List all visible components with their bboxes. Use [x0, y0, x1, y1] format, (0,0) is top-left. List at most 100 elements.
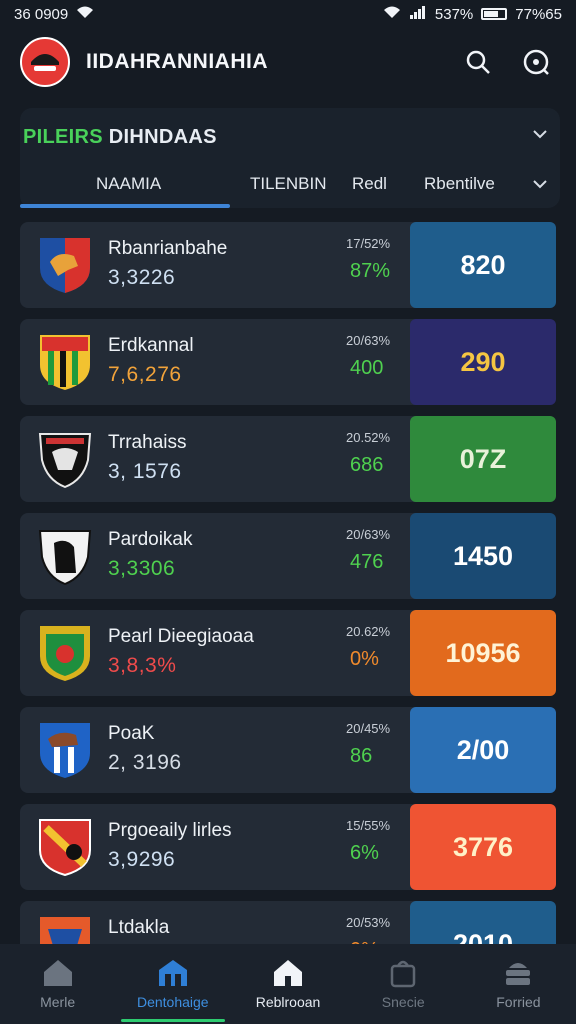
status-right-time: 77%65 [515, 5, 562, 23]
stat-ratio: 20/63% [346, 333, 391, 348]
stat-ratio: 20.52% [346, 430, 391, 445]
stat-percent: 476 [350, 551, 384, 573]
nav-label: Forried [496, 994, 541, 1010]
stat-ratio: 20/53% [346, 915, 391, 930]
stat-ratio: 20.62% [346, 624, 391, 639]
team-crest-icon [38, 915, 92, 944]
bag-icon [390, 960, 416, 988]
team-row[interactable]: PoaK 2, 3196 20/45% 86 2/00 [20, 707, 556, 793]
stat-percent: 0% [350, 648, 379, 670]
value-badge[interactable]: 820 [410, 222, 556, 308]
app-header: IIDAHRANNIAHIA [0, 34, 576, 90]
app-title: IIDAHRANNIAHIA [86, 50, 268, 73]
stat-percent: 686 [350, 454, 384, 476]
team-score: 3,9296 [108, 848, 176, 871]
status-right: 537% 77%65 [383, 5, 562, 23]
team-crest-icon [38, 624, 92, 682]
wifi-icon [76, 5, 94, 23]
team-name: Ltdakla [108, 917, 170, 938]
nav-label: Snecie [381, 994, 425, 1010]
nav-item-forried[interactable]: Forried [461, 944, 576, 1024]
team-score: 3,8,3% [108, 654, 177, 677]
status-battery-percent: 537% [434, 5, 474, 23]
tab-bar: NAAMIA TILENBIN Redl Rbentilve [20, 164, 560, 208]
team-score: 3, 1576 [108, 460, 182, 483]
value-badge[interactable]: 2/00 [410, 707, 556, 793]
tab-rbentilve[interactable]: Rbentilve [424, 174, 495, 194]
bottom-nav: Merle Dentohaige Reblrooan Snecie Forrie… [0, 944, 576, 1024]
stat-percent: 86 [350, 745, 373, 767]
team-name: Erdkannal [108, 335, 194, 356]
team-row[interactable]: Rbanrianbahe 3,3226 17/52% 87% 820 [20, 222, 556, 308]
status-time: 36 0909 [14, 5, 69, 23]
filter-title-rest: DIHNDAAS [102, 126, 217, 148]
search-button[interactable] [458, 42, 498, 82]
status-bar: 36 0909 537% 77%65 [0, 0, 576, 28]
value-badge[interactable]: 3776 [410, 804, 556, 890]
app-logo-icon [20, 37, 70, 87]
filter-card: PILEIRS DIHNDAAS NAAMIA TILENBIN Redl Rb… [20, 108, 560, 208]
stat-percent: 87% [350, 260, 391, 282]
stat-ratio: 20/45% [346, 721, 391, 736]
team-score: 2, 3196 [108, 751, 182, 774]
team-name: Rbanrianbahe [108, 238, 228, 259]
stat-ratio: 17/52% [346, 236, 391, 251]
stat-percent: 6% [350, 842, 379, 864]
nav-item-merle[interactable]: Merle [0, 944, 115, 1024]
team-score: 7,6,276 [108, 363, 182, 386]
value-badge[interactable]: 2010 [410, 901, 556, 944]
team-crest-icon [38, 430, 92, 489]
team-name: Trrahaiss [108, 432, 187, 453]
stat-ratio: 20/63% [346, 527, 391, 542]
team-row[interactable]: Pardoikak 3,3306 20/63% 476 1450 [20, 513, 556, 599]
filter-title[interactable]: PILEIRS DIHNDAAS [23, 126, 217, 149]
team-row[interactable]: Ltdakla20/53%0%2010 [20, 901, 556, 944]
value-badge[interactable]: 290 [410, 319, 556, 405]
wifi-signal-icon [383, 5, 401, 23]
explore-button[interactable] [516, 42, 556, 82]
tabs-more-button[interactable] [532, 176, 548, 194]
tab-naamia[interactable]: NAAMIA [96, 174, 161, 194]
compass-search-icon [523, 49, 549, 75]
team-row[interactable]: Pearl Dieegiaoaa 3,8,3% 20.62% 0% 10956 [20, 610, 556, 696]
filter-title-accent: PILEIRS [23, 126, 103, 148]
team-crest-icon [38, 818, 92, 877]
team-name: PoaK [108, 723, 155, 744]
team-row[interactable]: Trrahaiss 3, 1576 20.52% 686 07Z [20, 416, 556, 502]
nav-item-reblrooan[interactable]: Reblrooan [230, 944, 345, 1024]
nav-active-indicator [120, 1019, 225, 1022]
team-crest-icon [38, 236, 92, 294]
chevron-down-icon [533, 130, 547, 139]
team-score: 3,3226 [108, 266, 176, 289]
stat-ratio: 15/55% [346, 818, 391, 833]
chevron-down-icon [533, 180, 547, 189]
team-crest-icon [38, 527, 92, 586]
value-badge[interactable]: 10956 [410, 610, 556, 696]
nav-item-dentohaige[interactable]: Dentohaige [115, 944, 230, 1024]
team-row[interactable]: Prgoeaily lirles 3,9296 15/55% 6% 3776 [20, 804, 556, 890]
team-list: Rbanrianbahe 3,3226 17/52% 87% 820 Erdkannal 7… [20, 222, 556, 944]
team-crest-icon [38, 721, 92, 779]
home-icon [43, 960, 72, 986]
team-name: Pardoikak [108, 529, 193, 550]
status-left: 36 0909 [14, 5, 94, 23]
tab-redl[interactable]: Redl [352, 174, 387, 194]
nav-item-snecie[interactable]: Snecie [346, 944, 461, 1024]
team-row[interactable]: Erdkannal 7,6,276 20/63% 400 290 [20, 319, 556, 405]
nav-label: Reblrooan [255, 994, 321, 1010]
tab-tilenbin[interactable]: TILENBIN [250, 174, 327, 194]
value-badge[interactable]: 1450 [410, 513, 556, 599]
house-icon [274, 960, 302, 986]
stadium-icon [158, 960, 187, 986]
nav-label: Merle [40, 994, 76, 1010]
team-score: 3,3306 [108, 557, 176, 580]
team-name: Pearl Dieegiaoaa [108, 626, 254, 647]
cellular-signal-icon [409, 5, 427, 23]
stack-icon [506, 963, 531, 985]
value-badge[interactable]: 07Z [410, 416, 556, 502]
tab-active-indicator [20, 204, 230, 208]
filter-expand-button[interactable] [532, 126, 548, 144]
team-crest-icon [38, 333, 92, 391]
team-name: Prgoeaily lirles [108, 820, 232, 841]
stat-percent: 400 [350, 357, 384, 379]
